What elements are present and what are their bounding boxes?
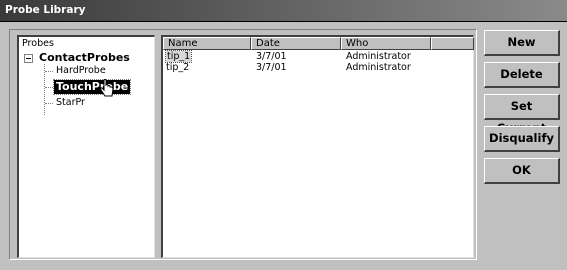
tree-collapse-icon[interactable] bbox=[24, 54, 33, 63]
probe-library-window: Probe Library Probes ContactProbes HardP… bbox=[0, 0, 567, 270]
title-bar[interactable]: Probe Library bbox=[0, 0, 567, 22]
hand-pointer-icon bbox=[100, 79, 114, 97]
row-1-date: 3/7/01 bbox=[256, 51, 287, 62]
tree-connector bbox=[45, 87, 53, 88]
probe-list[interactable]: Name Date Who tip_1 3/7/01 Administrator… bbox=[161, 35, 474, 258]
row-1-who: Administrator bbox=[346, 51, 411, 62]
tree-root-label: Probes bbox=[22, 38, 54, 49]
tree-item-hardprobe[interactable]: HardProbe bbox=[56, 65, 106, 76]
tree-node-contactprobes[interactable]: ContactProbes bbox=[39, 51, 130, 64]
tree-item-touchprobe[interactable]: TouchProbe bbox=[52, 79, 132, 95]
tree-item-starprobe[interactable]: StarPr bbox=[56, 97, 85, 108]
ok-button[interactable]: OK bbox=[484, 158, 560, 184]
tree-connector bbox=[45, 71, 53, 72]
new-button[interactable]: New bbox=[484, 30, 560, 56]
row-2-name[interactable]: tip_2 bbox=[166, 62, 189, 73]
column-header-date[interactable]: Date bbox=[251, 37, 341, 50]
list-header: Name Date Who bbox=[163, 37, 474, 50]
column-header-blank[interactable] bbox=[431, 37, 474, 50]
column-header-name[interactable]: Name bbox=[163, 37, 251, 50]
probe-tree[interactable]: Probes ContactProbes HardProbe TouchProb… bbox=[17, 35, 155, 258]
set-current-button[interactable]: Set Current bbox=[484, 94, 560, 135]
row-2-date: 3/7/01 bbox=[256, 62, 287, 73]
delete-button[interactable]: Delete bbox=[484, 62, 560, 88]
window-title: Probe Library bbox=[5, 4, 86, 16]
row-1-name[interactable]: tip_1 bbox=[164, 50, 193, 63]
disqualify-button[interactable]: Disqualify bbox=[484, 126, 560, 152]
column-header-who[interactable]: Who bbox=[341, 37, 431, 50]
tree-connector bbox=[45, 103, 53, 104]
row-2-who: Administrator bbox=[346, 62, 411, 73]
